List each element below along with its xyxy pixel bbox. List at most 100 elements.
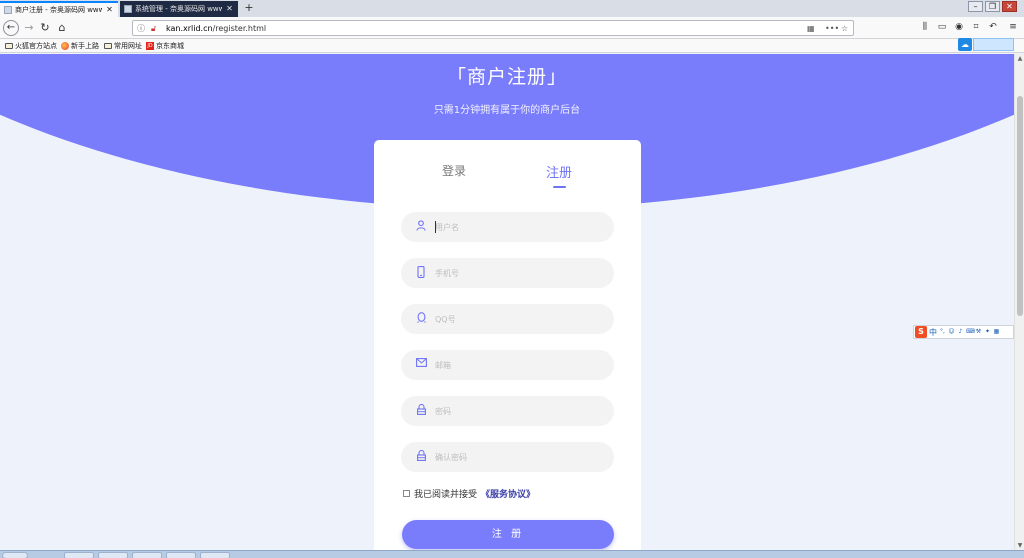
- page-actions-icon[interactable]: •••: [825, 22, 839, 35]
- password-field[interactable]: [401, 396, 614, 426]
- folder-icon: [104, 43, 112, 49]
- taskbar-app[interactable]: [64, 552, 94, 558]
- tools-icon[interactable]: ⚒: [975, 328, 982, 336]
- browser-tab-inactive[interactable]: 系统管理 - 奈奥源码网 www.o ✕: [120, 1, 238, 17]
- cloud-icon: ☁: [958, 38, 972, 51]
- scrollbar-thumb[interactable]: [1017, 96, 1023, 316]
- browser-toolbar: ← → ↻ ⌂ ⓘ 🔓︎ kan.xrlid.cn/register.html …: [0, 17, 1024, 39]
- new-tab-button[interactable]: +: [242, 1, 256, 15]
- reload-icon[interactable]: ↻: [37, 19, 53, 36]
- tab-close-icon[interactable]: ✕: [105, 3, 114, 17]
- tab-title: 商户注册 - 奈奥源码网 www.o: [15, 6, 102, 14]
- library-icon[interactable]: ⫼: [918, 20, 932, 35]
- taskbar-app[interactable]: [132, 552, 162, 558]
- bookmarks-toolbar: 火狐官方站点 新手上路 常用网址 JD 京东商城: [0, 39, 1024, 53]
- page-favicon-icon: [4, 6, 12, 14]
- home-icon[interactable]: ⌂: [54, 19, 70, 36]
- emoji-icon[interactable]: ☺: [948, 328, 955, 336]
- address-bar[interactable]: ⓘ 🔓︎ kan.xrlid.cn/register.html ▦ ••• ☆: [132, 20, 854, 36]
- bookmark-star-icon[interactable]: ☆: [841, 22, 848, 35]
- page-title: 「商户注册」: [446, 66, 567, 88]
- bookmark-item[interactable]: 新手上路: [61, 40, 99, 52]
- info-icon[interactable]: ⓘ: [137, 22, 145, 35]
- agreement-checkbox[interactable]: [403, 489, 410, 497]
- phone-icon: [415, 266, 427, 279]
- tab-register[interactable]: 注册: [546, 162, 572, 181]
- taskbar-app[interactable]: [98, 552, 128, 558]
- browser-tab-strip: 商户注册 - 奈奥源码网 www.o ✕ 系统管理 - 奈奥源码网 www.o …: [0, 0, 1024, 17]
- punctuation-icon[interactable]: °,: [939, 328, 946, 336]
- taskbar-app[interactable]: [200, 552, 230, 558]
- phone-field[interactable]: [401, 258, 614, 288]
- user-icon: [415, 220, 427, 233]
- ime-mode-toggle[interactable]: 中: [929, 327, 937, 338]
- screenshot-icon[interactable]: ⌗: [969, 20, 983, 35]
- close-window-button[interactable]: ✕: [1002, 1, 1017, 12]
- sidebar-icon[interactable]: ▭: [935, 20, 949, 35]
- menu-grid-icon[interactable]: ▦: [993, 328, 1000, 336]
- lock-icon: [415, 449, 427, 463]
- tab-close-icon[interactable]: ✕: [225, 1, 234, 17]
- bookmark-label: 京东商城: [156, 42, 184, 50]
- username-input[interactable]: [435, 212, 605, 242]
- bookmark-item[interactable]: 火狐官方站点: [5, 40, 57, 52]
- sogou-logo-icon[interactable]: S: [915, 326, 927, 338]
- skin-icon[interactable]: ✦: [984, 328, 991, 336]
- bookmark-item[interactable]: 常用网址: [104, 40, 142, 52]
- agreement-row: 我已阅读并接受 《服务协议》: [403, 487, 535, 500]
- jd-icon: JD: [146, 42, 154, 50]
- text-caret: [435, 221, 436, 233]
- qr-code-icon[interactable]: ▦: [807, 22, 815, 35]
- bookmark-item[interactable]: JD 京东商城: [146, 40, 184, 52]
- microphone-icon[interactable]: ♪: [957, 328, 964, 336]
- qq-field[interactable]: [401, 304, 614, 334]
- keyboard-icon[interactable]: ⌨: [966, 328, 975, 336]
- email-input[interactable]: [435, 350, 605, 380]
- active-tab-indicator: [553, 186, 566, 188]
- start-button[interactable]: [2, 552, 28, 558]
- back-arrow-icon[interactable]: ←: [3, 20, 19, 36]
- extension-icon[interactable]: ◉: [952, 20, 966, 35]
- bookmark-label: 火狐官方站点: [15, 42, 57, 50]
- qq-icon: [415, 312, 427, 325]
- browser-tab-active[interactable]: 商户注册 - 奈奥源码网 www.o ✕: [0, 1, 118, 17]
- username-field[interactable]: [401, 212, 614, 242]
- url-text[interactable]: kan.xrlid.cn/register.html: [166, 21, 266, 36]
- bookmark-label: 常用网址: [114, 42, 142, 50]
- scroll-down-arrow-icon[interactable]: ▼: [1015, 541, 1024, 550]
- tab-title: 系统管理 - 奈奥源码网 www.o: [135, 5, 222, 13]
- confirm-password-field[interactable]: [401, 442, 614, 472]
- mail-icon: [415, 358, 427, 371]
- password-input[interactable]: [435, 396, 605, 426]
- confirm-password-input[interactable]: [435, 442, 605, 472]
- bookmark-label: 新手上路: [71, 42, 99, 50]
- phone-input[interactable]: [435, 258, 605, 288]
- agreement-text: 我已阅读并接受: [414, 489, 478, 500]
- cloud-sync-widget[interactable]: ☁: [958, 38, 1014, 51]
- register-submit-button[interactable]: 注 册: [402, 520, 614, 549]
- undo-icon[interactable]: ↶: [986, 20, 1000, 35]
- maximize-window-button[interactable]: ❐: [985, 1, 1000, 12]
- insecure-lock-icon[interactable]: 🔓︎: [151, 22, 156, 35]
- folder-icon: [5, 43, 13, 49]
- page-viewport: 「商户注册」 只需1分钟拥有属于你的商户后台 登录 注册 用户名 手机号 QQ号…: [0, 54, 1014, 550]
- ime-toolbar: S 中 °, ☺ ♪ ⌨ ⚒ ✦ ▦: [913, 325, 1014, 339]
- menu-icon[interactable]: ≡: [1006, 20, 1020, 35]
- url-domain: kan.xrlid.cn: [166, 24, 213, 33]
- service-agreement-link[interactable]: 《服务协议》: [481, 487, 535, 500]
- lock-icon: [415, 403, 427, 417]
- tab-login[interactable]: 登录: [442, 162, 466, 179]
- forward-arrow-icon[interactable]: →: [21, 19, 37, 36]
- os-taskbar: [0, 550, 1024, 558]
- page-favicon-icon: [124, 5, 132, 13]
- auth-tabs: 登录 注册: [374, 162, 641, 190]
- scroll-up-arrow-icon[interactable]: ▲: [1015, 54, 1024, 63]
- firefox-icon: [61, 42, 69, 50]
- qq-input[interactable]: [435, 304, 605, 334]
- vertical-scrollbar[interactable]: ▲ ▼: [1014, 54, 1024, 550]
- page-subtitle: 只需1分钟拥有属于你的商户后台: [433, 105, 581, 116]
- email-field[interactable]: [401, 350, 614, 380]
- minimize-window-button[interactable]: –: [968, 1, 983, 12]
- register-card: 登录 注册 用户名 手机号 QQ号 邮箱 我已阅读并接受 《服务协议》 注 册: [374, 140, 641, 550]
- taskbar-app[interactable]: [166, 552, 196, 558]
